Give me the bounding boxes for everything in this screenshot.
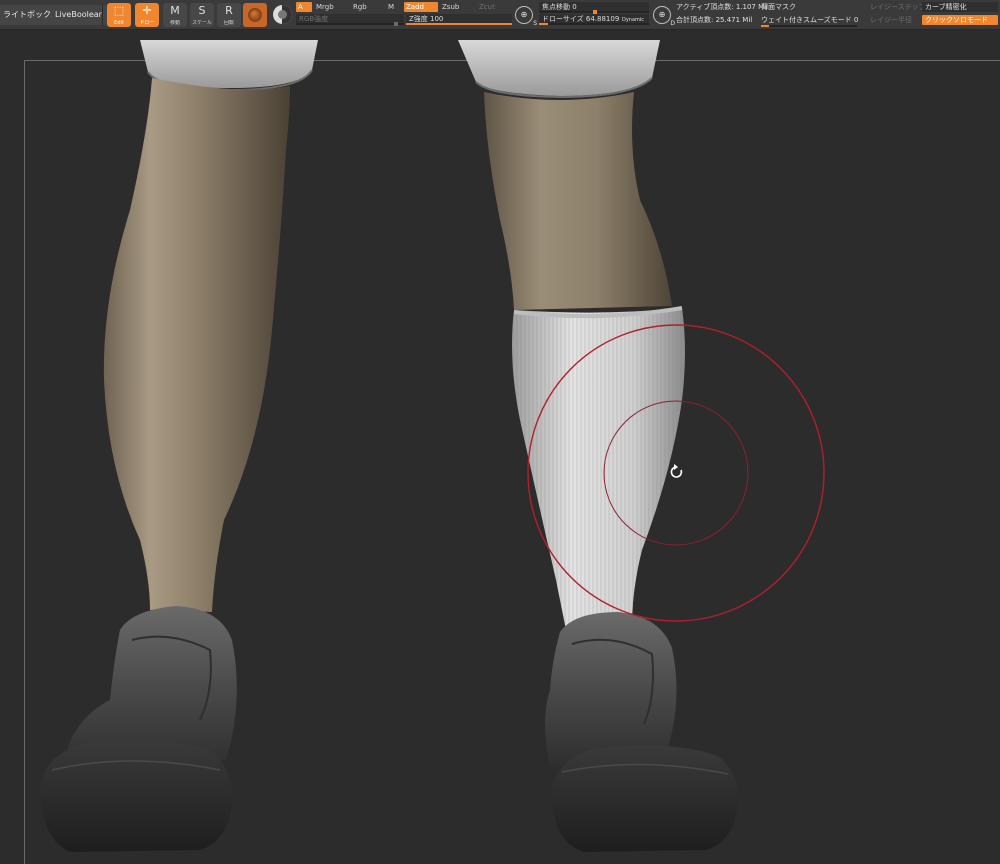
curve-precision-toggle[interactable]: カーブ精密化 bbox=[922, 2, 998, 12]
z-intensity-slider[interactable]: Z強度 100 bbox=[406, 14, 512, 25]
total-points-readout: 合計頂点数: 25.471 Mil bbox=[676, 16, 753, 24]
edit-caption: Edit bbox=[114, 20, 124, 26]
zcut-toggle[interactable]: Zcut bbox=[477, 2, 497, 12]
scale-icon: S bbox=[198, 4, 206, 17]
m-toggle[interactable]: M bbox=[386, 2, 396, 12]
s-icon-letter: S bbox=[533, 20, 537, 27]
dynamic-brush-icon[interactable]: ⊕ D bbox=[653, 6, 675, 27]
white-sock bbox=[512, 306, 685, 630]
material-button[interactable] bbox=[243, 3, 267, 27]
edit-mode-button[interactable]: ⬚ Edit bbox=[107, 3, 131, 27]
material-sphere-icon bbox=[248, 8, 262, 22]
rotate-icon: R bbox=[225, 4, 233, 17]
move-caption: 移動 bbox=[169, 20, 180, 26]
active-points-readout: アクティブ頂点数: 1.107 Mil bbox=[676, 3, 769, 11]
draw-icon: ✛ bbox=[142, 4, 152, 17]
toolbar-divider bbox=[102, 4, 103, 26]
viewport-canvas[interactable] bbox=[0, 30, 1000, 864]
a-mode-toggle[interactable]: A bbox=[296, 2, 312, 12]
lazy-step-slider[interactable]: レイジーステップ bbox=[870, 2, 926, 12]
mrgb-toggle[interactable]: Mrgb bbox=[314, 2, 336, 12]
dynamic-toggle[interactable]: Dynamic bbox=[622, 15, 644, 25]
texture-icon[interactable] bbox=[273, 5, 292, 24]
sculpt-model[interactable] bbox=[0, 30, 1000, 864]
draw-caption: ドロー bbox=[139, 20, 155, 26]
weighted-smooth-track[interactable] bbox=[761, 25, 857, 27]
click-solo-mode-toggle[interactable]: クリックソロモード bbox=[922, 15, 998, 25]
liveboolean-button[interactable]: LiveBoolean bbox=[52, 5, 107, 25]
edit-icon: ⬚ bbox=[113, 4, 125, 17]
zadd-toggle[interactable]: Zadd bbox=[404, 2, 438, 12]
rgb-toggle[interactable]: Rgb bbox=[351, 2, 369, 12]
right-leg bbox=[484, 92, 672, 310]
scale-mode-button[interactable]: S スケール bbox=[190, 3, 214, 27]
focal-brush-icon[interactable]: ⊕ S bbox=[515, 6, 537, 27]
top-toolbar: ライトボックス LiveBoolean ⬚ Edit ✛ ドロー M 移動 S … bbox=[0, 0, 1000, 30]
move-icon: M bbox=[170, 4, 180, 17]
rotate-cursor-icon bbox=[670, 464, 683, 478]
shorts-right bbox=[458, 40, 660, 99]
rotate-caption: 回転 bbox=[223, 20, 234, 26]
left-shoe bbox=[40, 606, 237, 852]
right-shoe bbox=[545, 612, 739, 852]
backface-mask-toggle[interactable]: 背面マスク bbox=[761, 2, 796, 12]
draw-mode-button[interactable]: ✛ ドロー bbox=[135, 3, 159, 27]
move-mode-button[interactable]: M 移動 bbox=[163, 3, 187, 27]
scale-caption: スケール bbox=[191, 20, 212, 26]
focal-shift-slider[interactable]: 焦点移動 0 bbox=[539, 2, 649, 14]
left-leg bbox=[103, 78, 290, 612]
rotate-mode-button[interactable]: R 回転 bbox=[217, 3, 241, 27]
rgb-intensity-slider[interactable]: RGB強度 bbox=[296, 14, 404, 26]
lazy-radius-slider[interactable]: レイジー半径 bbox=[870, 15, 912, 25]
weighted-smooth-slider[interactable]: ウェイト付きスムーズモード 0 bbox=[761, 15, 858, 25]
zsub-toggle[interactable]: Zsub bbox=[440, 2, 461, 12]
d-icon-letter: D bbox=[670, 20, 675, 27]
